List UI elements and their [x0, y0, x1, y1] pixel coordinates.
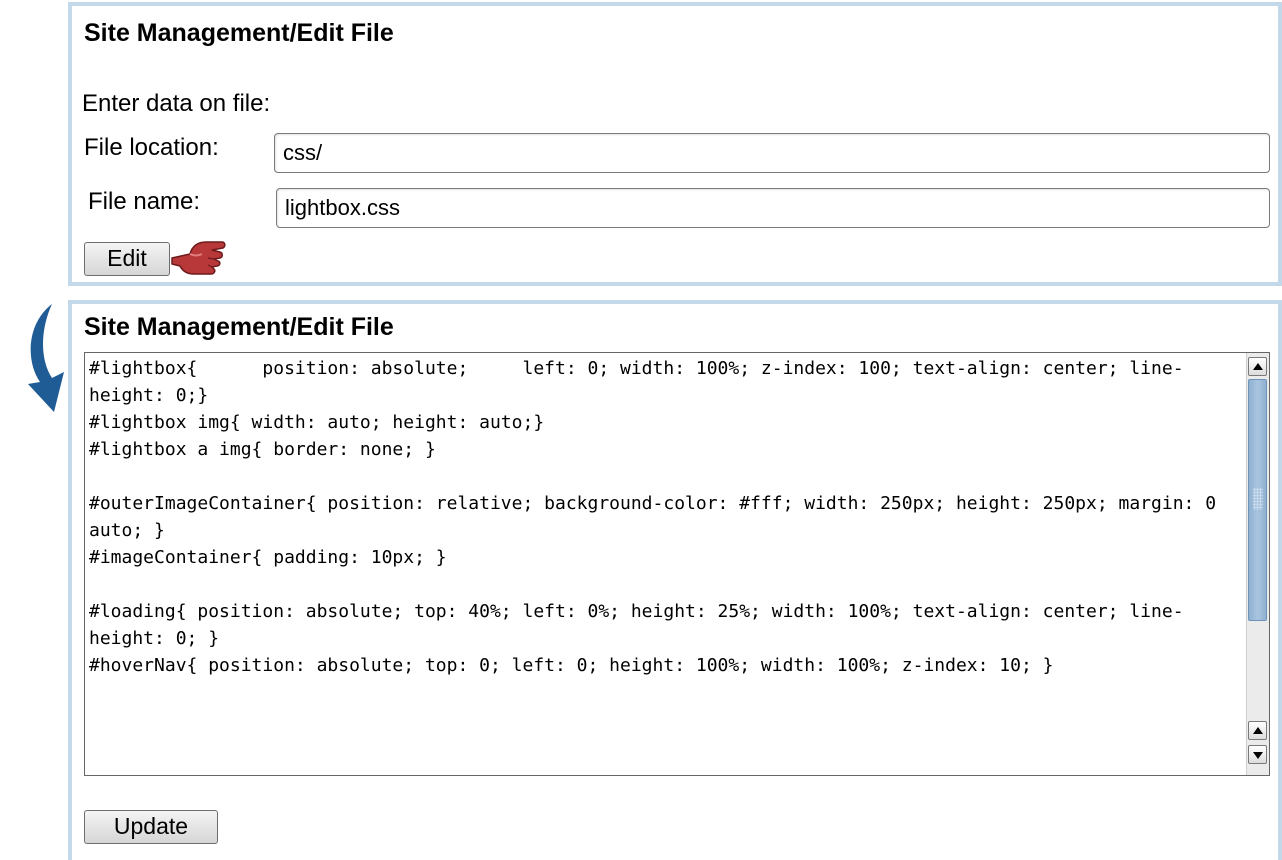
scroll-up-arrow-icon[interactable] [1248, 721, 1267, 740]
file-name-input[interactable]: lightbox.css [276, 188, 1270, 228]
scrollbar-thumb[interactable] [1248, 379, 1267, 621]
scroll-up-arrow-icon[interactable] [1248, 357, 1267, 376]
file-content-text[interactable]: #lightbox{ position: absolute; left: 0; … [89, 355, 1245, 679]
hand-pointer-icon [171, 241, 226, 275]
form-title: Site Management/Edit File [84, 19, 394, 47]
editor-title: Site Management/Edit File [84, 313, 394, 341]
edit-file-form-panel: Site Management/Edit File Enter data on … [68, 2, 1282, 286]
edit-button[interactable]: Edit [84, 242, 170, 276]
form-intro-text: Enter data on file: [82, 90, 271, 117]
vertical-scrollbar[interactable] [1246, 353, 1269, 775]
file-location-input[interactable]: css/ [274, 133, 1270, 173]
update-button[interactable]: Update [84, 810, 218, 844]
scrollbar-grip [1253, 488, 1263, 510]
file-name-label: File name: [88, 188, 201, 215]
file-location-label: File location: [84, 134, 219, 161]
curved-arrow-icon [28, 304, 64, 412]
scroll-down-arrow-icon[interactable] [1248, 745, 1267, 764]
file-content-textarea[interactable]: #lightbox{ position: absolute; left: 0; … [84, 352, 1270, 776]
file-editor-panel: Site Management/Edit File #lightbox{ pos… [68, 300, 1282, 860]
